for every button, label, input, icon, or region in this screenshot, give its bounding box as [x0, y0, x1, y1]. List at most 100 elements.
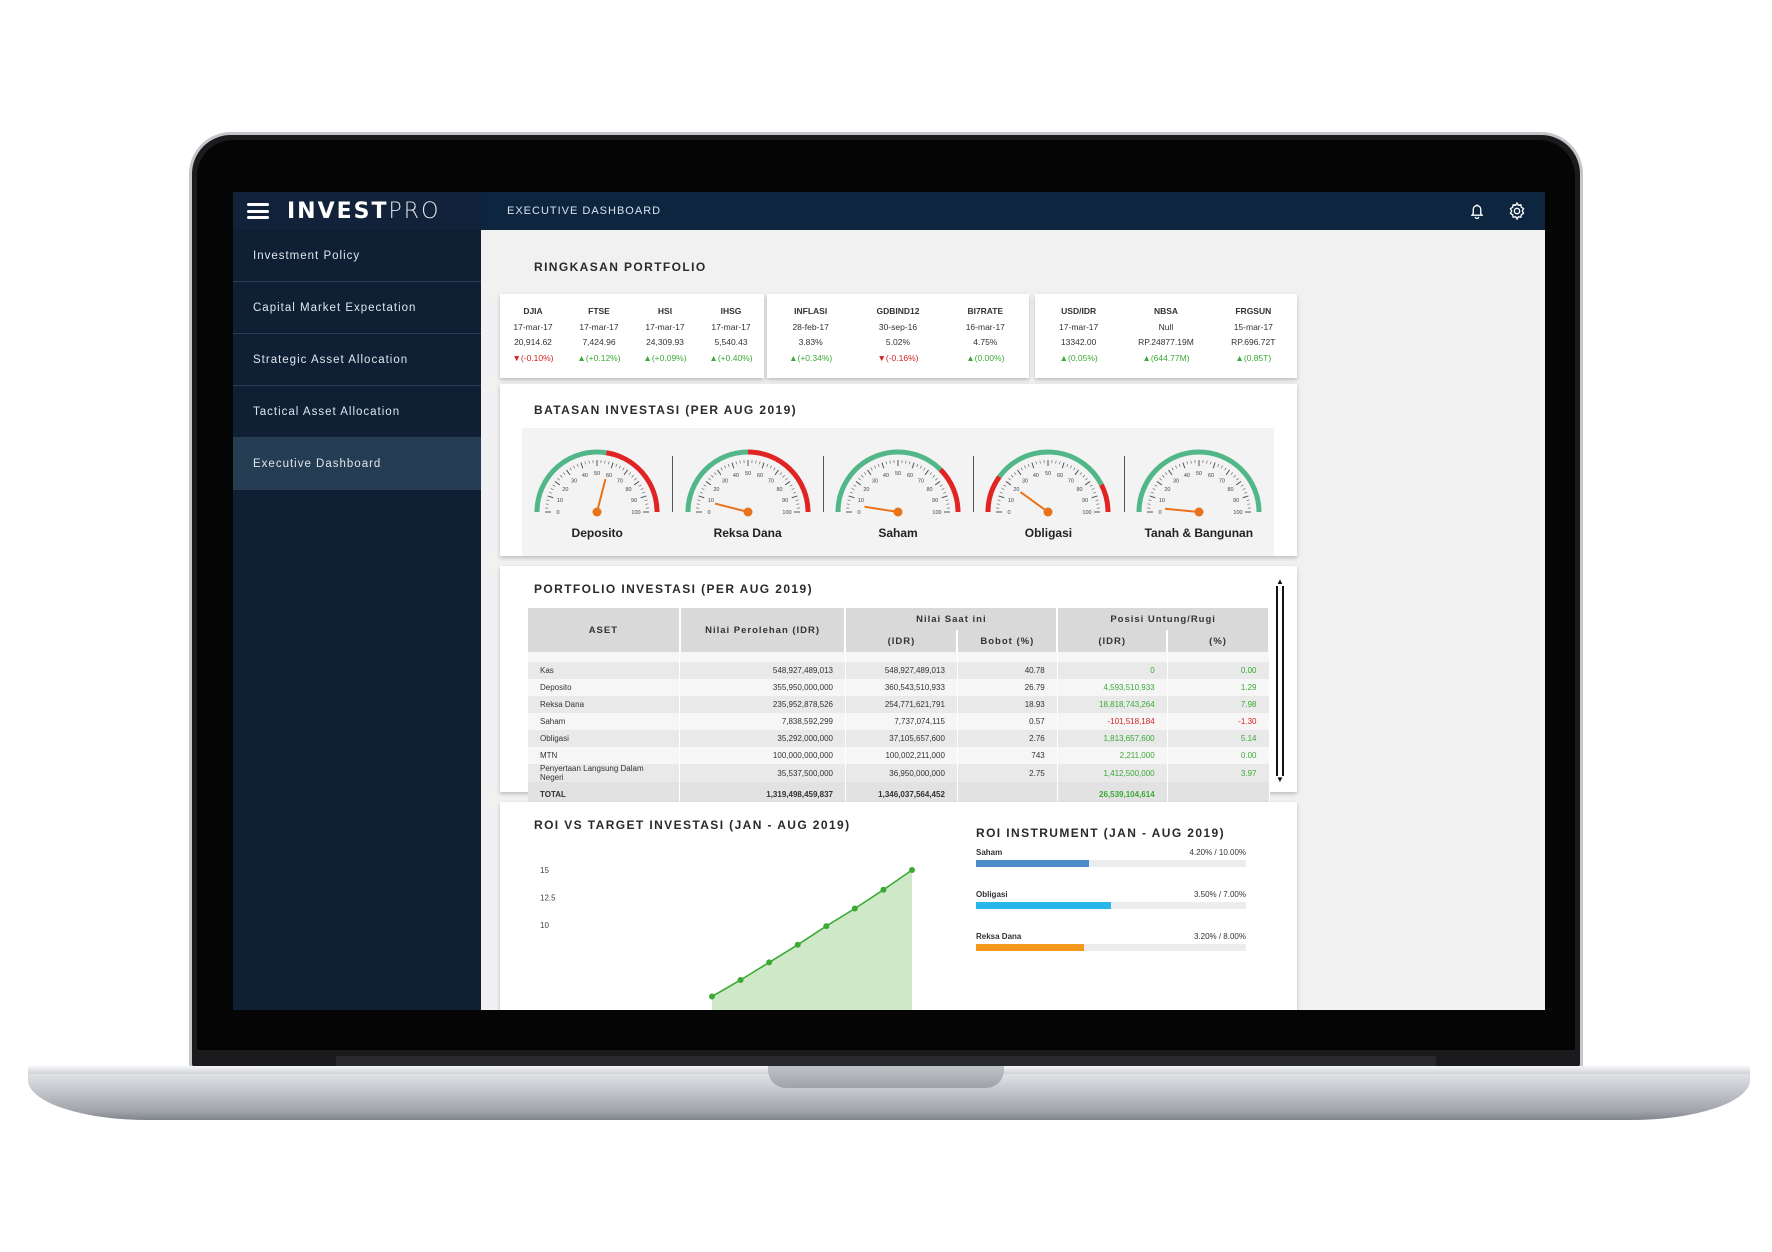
gauge-tick: [943, 491, 947, 494]
gauge-tick: [723, 465, 726, 469]
gauge-tick: [1164, 472, 1168, 475]
gauge-tick: [615, 463, 618, 467]
up-arrow-icon: ▲: [577, 352, 586, 363]
gauge-tick: [1024, 465, 1027, 469]
bell-icon[interactable]: [1467, 201, 1487, 221]
sidebar-item-investment-policy[interactable]: Investment Policy: [233, 230, 481, 282]
gauge-tick-label: 90: [782, 498, 788, 504]
gauge-tick: [696, 499, 701, 501]
gauge-tick-label: 30: [571, 478, 577, 484]
table-row[interactable]: Penyertaan Langsung Dalam Negeri 35,537,5…: [528, 764, 1270, 782]
gauge-tick: [848, 495, 855, 499]
gauge-tick-label: 10: [1008, 498, 1014, 504]
gauge: 0 10 20 30 40 50 60 70 80 90 100 Tanah & Bangunan: [1123, 428, 1274, 556]
gauge-tick: [1062, 462, 1065, 469]
gauge-tick-label: 20: [1164, 487, 1170, 493]
gauge-tick-label: 100: [782, 510, 791, 516]
quote-value: 3.83%: [798, 337, 823, 347]
gauge-strip: 0 10 20 30 40 50 60 70 80 90 100 Deposito 0 10 20 30 40 5…: [522, 428, 1274, 556]
gauge-tick-label: 100: [932, 510, 941, 516]
cell-saat-ini: 7,737,074,115: [845, 713, 958, 730]
cell-posisi-idr: 1,412,500,000: [1057, 764, 1168, 782]
y-tick-label: 10: [540, 921, 549, 930]
cell-bobot: 18.93: [957, 696, 1058, 713]
gauge-needle: [1164, 507, 1199, 513]
roi-instrument-row: Reksa Dana 3.20% / 8.00%: [976, 932, 1246, 951]
gauge-tick: [552, 484, 556, 487]
scroll-down-arrow[interactable]: ▼: [1276, 776, 1284, 784]
quote-item: USD/IDR 17-mar-17 13342.00 ▲(0.05%): [1049, 306, 1109, 378]
cell-posisi-pct: -1.30: [1167, 713, 1270, 730]
gauge-tick: [929, 472, 933, 475]
cell-perolehan: 548,927,489,013: [679, 662, 846, 679]
gauge-tick: [792, 491, 796, 494]
roi-point: [766, 959, 773, 966]
gauge-tick: [847, 499, 851, 501]
sidebar-item-executive-dashboard[interactable]: Executive Dashboard: [233, 438, 481, 490]
cell-bobot: 40.78: [957, 662, 1058, 679]
gauge-tick-label: 30: [872, 478, 878, 484]
table-row[interactable]: Reksa Dana 235,952,878,526 254,771,621,791…: [528, 696, 1270, 713]
col-posisi: Posisi Untung/Rugi: [1057, 608, 1270, 630]
table-scrollbar[interactable]: [1276, 586, 1284, 776]
quote-value: RP.24877.19M: [1138, 337, 1194, 347]
gauge-label: Deposito: [571, 526, 623, 540]
gauge-tick: [546, 499, 550, 501]
gauge-tick: [549, 491, 553, 494]
gauge-tick-label: 80: [1077, 487, 1083, 493]
portfolio-table: ASET Nilai Perolehan (IDR) Nilai Saat in…: [528, 608, 1270, 806]
gauge-tick: [1001, 488, 1005, 491]
gear-icon[interactable]: [1507, 201, 1527, 221]
gauge-tick: [610, 462, 614, 469]
table-row[interactable]: Obligasi 35,292,000,000 37,105,657,600 2.76…: [528, 730, 1270, 747]
table-row[interactable]: Kas 548,927,489,013 548,927,489,013 40.78 0 0…: [528, 662, 1270, 679]
gauge-tick: [881, 462, 885, 469]
sidebar-item-tactical-asset-allocation[interactable]: Tactical Asset Allocation: [233, 386, 481, 438]
gauge-tick-label: 100: [632, 510, 641, 516]
quote-change: ▲(+0.09%): [635, 353, 695, 369]
quote-name: NBSA: [1153, 306, 1179, 316]
hamburger-icon[interactable]: [247, 203, 269, 219]
gauge-tick: [550, 488, 554, 491]
roi-instrument-track: [976, 860, 1246, 867]
gauge-hub: [1043, 507, 1053, 517]
roi-instrument-fill: [976, 944, 1084, 951]
gauge-tick: [874, 465, 877, 469]
gauge-tick: [1159, 478, 1162, 481]
quote-date: 15-mar-17: [1233, 321, 1273, 332]
cell-posisi-pct: 3.97: [1167, 764, 1270, 782]
table-row[interactable]: Deposito 355,950,000,000 360,543,510,933 26…: [528, 679, 1270, 696]
gauge-tick: [939, 484, 943, 487]
gauge-dial: 010203040 50 60708090100: [835, 449, 961, 517]
gauge-needle: [596, 478, 607, 513]
col-nilai-perolehan: Nilai Perolehan (IDR): [679, 608, 847, 652]
cell-saat-ini: 36,950,000,000: [845, 764, 958, 782]
sidebar-item-capital-market-expectation[interactable]: Capital Market Expectation: [233, 282, 481, 334]
gauge-tick-label: 40: [883, 473, 889, 479]
cell-posisi-idr: -101,518,184: [1057, 713, 1168, 730]
gauge-tick-label: 20: [1014, 487, 1020, 493]
gauge-tick: [634, 478, 637, 481]
table-row[interactable]: Saham 7,838,592,299 7,737,074,115 0.57 -101,…: [528, 713, 1270, 730]
quote-date: 17-mar-17: [513, 321, 553, 332]
gauge-tick-label: 40: [1033, 473, 1039, 479]
table-row[interactable]: MTN 100,000,000,000 100,002,211,000 743 2,21…: [528, 747, 1270, 764]
quote-group: DJIA 17-mar-17 20,914.62 ▼(-0.10%) FTSE 17-ma…: [500, 294, 764, 378]
quote-date: 30-sep-16: [878, 321, 918, 332]
gauge-tick: [1095, 499, 1100, 501]
gauge-tick: [1092, 495, 1099, 499]
gauge-tick: [640, 495, 647, 499]
gauge-tick-label: 80: [776, 487, 782, 493]
down-arrow-icon: ▼: [512, 352, 521, 363]
sidebar-item-strategic-asset-allocation[interactable]: Strategic Asset Allocation: [233, 334, 481, 386]
cell-aset: Reksa Dana: [528, 696, 681, 713]
gauge: 0 10 20 30 40 50 60 70 80 90 100 Reksa Dana: [672, 428, 822, 556]
gauge-tick: [1161, 475, 1165, 478]
col-aset: ASET: [528, 608, 681, 652]
quote-change-text: (+0.09%): [651, 352, 687, 363]
gauge-tick: [1174, 465, 1177, 469]
gauge-tick: [795, 499, 799, 501]
gauge-tick-label: 60: [757, 473, 763, 479]
gauge-tick: [855, 481, 862, 486]
scroll-up-arrow[interactable]: ▲: [1276, 578, 1284, 586]
